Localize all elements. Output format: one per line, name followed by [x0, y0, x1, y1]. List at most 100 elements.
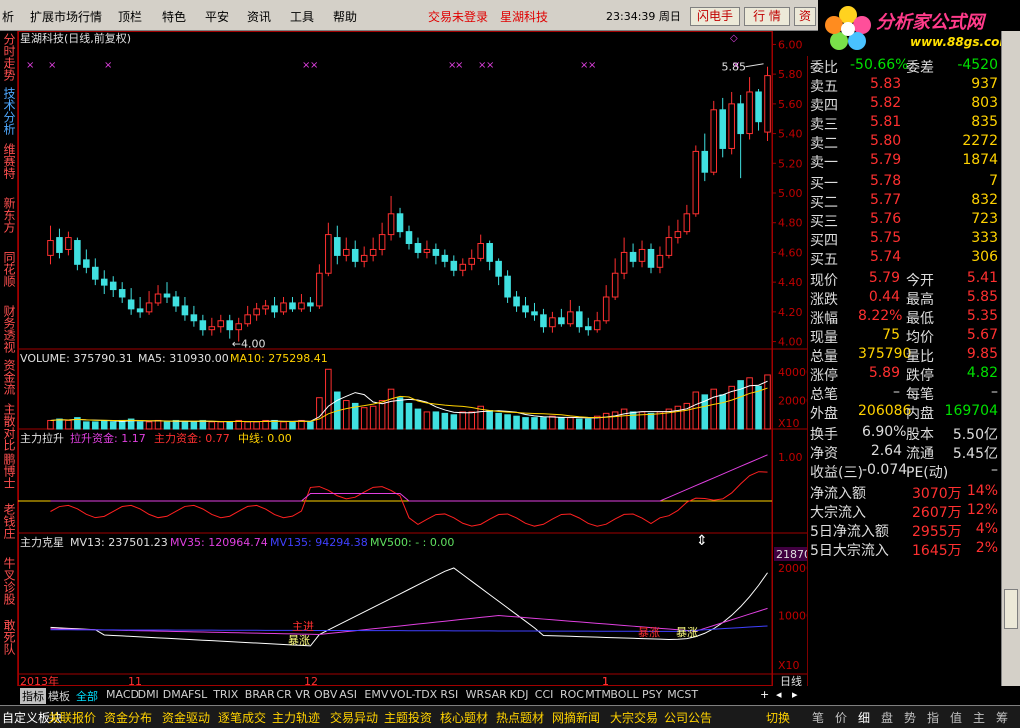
candle-body — [360, 254, 368, 262]
left-tab-2[interactable]: 维赛特 — [2, 143, 16, 193]
volume-bar — [253, 421, 260, 430]
indicator-tab-2[interactable]: 全部 — [76, 688, 98, 704]
bottom-tab-4[interactable]: 逐笔成交 — [218, 709, 266, 726]
stock-chart[interactable]: 星湖科技(日线,前复权)× × × × × ×× × × × × ×◇ 6.005.805.605.4… — [18, 31, 807, 686]
indicator-tab-13[interactable]: EMV — [364, 688, 388, 701]
menu-item-pingan[interactable]: 平安 — [205, 8, 229, 25]
indicator-tab-6[interactable]: FSL — [188, 688, 207, 701]
left-tab-1[interactable]: 技术分析 — [2, 87, 16, 139]
indicator-tab-10[interactable]: VR — [295, 688, 310, 701]
indicator-tab-22[interactable]: BOLL — [610, 688, 638, 701]
candle-body — [432, 248, 440, 256]
side-tab-5[interactable]: 指 — [927, 709, 939, 726]
side-tab-1[interactable]: 价 — [835, 709, 847, 726]
menu-item-help[interactable]: 帮助 — [333, 8, 357, 25]
left-tab-6[interactable]: 资金流 — [2, 359, 16, 399]
indicator-tab-15[interactable]: RSI — [440, 688, 458, 701]
bottom-tab-3[interactable]: 资金驱动 — [162, 709, 210, 726]
bottom-tab-8[interactable]: 核心题材 — [440, 709, 488, 726]
left-tab-5[interactable]: 财务透视 — [2, 305, 16, 355]
signal-marker: × — [104, 60, 112, 71]
indicator-tab-5[interactable]: DMA — [163, 688, 189, 701]
left-tab-10[interactable]: 牛叉诊股 — [2, 557, 16, 613]
indicator-tab-24[interactable]: MCST — [667, 688, 698, 701]
ask-volume: 803 — [971, 95, 998, 111]
indicator-tab-20[interactable]: ROC — [560, 688, 584, 701]
indicator-tab-12[interactable]: ASI — [339, 688, 357, 701]
bid-row: 买四 5.75 333 — [808, 229, 1002, 249]
side-tab-8[interactable]: 筹 — [996, 709, 1008, 726]
signal-marker: ◇ — [730, 33, 738, 44]
indicator-tab-21[interactable]: MTM — [585, 688, 611, 701]
bottom-tab-2[interactable]: 资金分布 — [104, 709, 152, 726]
indicator-tab-11[interactable]: OBV — [314, 688, 337, 701]
menu-item-news[interactable]: 资讯 — [247, 8, 271, 25]
right-scrollbar[interactable] — [1001, 31, 1020, 686]
indicator-tab-18[interactable]: KDJ — [510, 688, 529, 701]
side-tab-6[interactable]: 值 — [950, 709, 962, 726]
side-tab-7[interactable]: 主 — [973, 709, 985, 726]
info-button[interactable]: 资 — [794, 7, 816, 26]
bottom-tab-12[interactable]: 公司公告 — [664, 709, 712, 726]
bottom-tab-5[interactable]: 主力轨迹 — [272, 709, 320, 726]
side-tab-4[interactable]: 势 — [904, 709, 916, 726]
quote-button[interactable]: 行 情 — [744, 7, 790, 26]
stat-label: 总量 — [810, 349, 838, 365]
indicator-tab-23[interactable]: PSY — [642, 688, 662, 701]
indicator-tab-3[interactable]: MACD — [106, 688, 139, 701]
bid-label: 买四 — [810, 233, 838, 249]
menu-item-topbar[interactable]: 顶栏 — [118, 8, 142, 25]
indicator-tab-7[interactable]: TRIX — [213, 688, 238, 701]
left-tab-4[interactable]: 同花顺 — [2, 251, 16, 301]
indicator-tab-8[interactable]: BRAR — [245, 688, 275, 701]
left-tab-9[interactable]: 老钱庄 — [2, 503, 16, 553]
stat-label: 均价 — [906, 330, 934, 346]
menu-item-ext-market[interactable]: 扩展市场行情 — [30, 8, 102, 25]
left-tab-11[interactable]: 敢死队 — [2, 619, 16, 679]
indicator-tab-17[interactable]: SAR — [484, 688, 506, 701]
candle-body — [710, 109, 718, 173]
indicator-tab-9[interactable]: CR — [276, 688, 291, 701]
volume-bar — [459, 411, 467, 430]
side-tab-2[interactable]: 细 — [858, 709, 870, 726]
candle-body — [728, 103, 735, 149]
volume-tick-label: 20000 — [778, 395, 807, 408]
flash-trade-button[interactable]: 闪电手 — [690, 7, 740, 26]
indicator-tab-16[interactable]: WR — [466, 688, 485, 701]
bottom-tab-1[interactable]: 关联报价 — [48, 709, 96, 726]
bid-label: 买五 — [810, 252, 838, 268]
bottom-tab-11[interactable]: 大宗交易 — [610, 709, 658, 726]
candle-body — [567, 311, 574, 325]
indicator-tab-1[interactable]: 模板 — [48, 688, 70, 704]
menu-item-special[interactable]: 特色 — [162, 8, 186, 25]
period-label[interactable]: 日线 — [780, 674, 802, 686]
stock-link[interactable]: 星湖科技 — [500, 8, 548, 25]
candle-body — [450, 260, 458, 271]
left-tab-8[interactable]: 鹏博士 — [2, 453, 16, 501]
left-tab-3[interactable]: 新东方 — [2, 197, 16, 247]
left-tab-0[interactable]: 分时走势 — [2, 33, 16, 85]
left-tab-7[interactable]: 主散对比 — [2, 403, 16, 451]
bottom-tab-6[interactable]: 交易异动 — [330, 709, 378, 726]
login-status[interactable]: 交易未登录 — [428, 8, 488, 25]
side-tab-3[interactable]: 盘 — [881, 709, 893, 726]
menu-item-analyze[interactable]: 析 — [2, 8, 14, 25]
scroll-right-button[interactable]: ▸ — [792, 688, 798, 701]
price-tick-label: 4.20 — [778, 306, 803, 319]
indicator-tab-14[interactable]: VOL-TDX — [390, 688, 438, 701]
zoom-in-button[interactable]: + — [760, 688, 769, 701]
indicator-tab-4[interactable]: DMI — [138, 688, 159, 701]
indicator-tab-0[interactable]: 指标 — [20, 688, 46, 704]
scrollbar-thumb[interactable] — [1004, 589, 1018, 629]
side-tab-0[interactable]: 笔 — [812, 709, 824, 726]
scroll-left-button[interactable]: ◂ — [776, 688, 782, 701]
bottom-tab-13[interactable]: 切换 — [766, 709, 790, 726]
bottom-tab-10[interactable]: 网摘新闻 — [552, 709, 600, 726]
indicator-tab-19[interactable]: CCI — [535, 688, 554, 701]
candle-body — [280, 302, 287, 313]
candle-body — [692, 150, 700, 215]
signal-label: 暴涨 — [638, 626, 660, 639]
bottom-tab-9[interactable]: 热点题材 — [496, 709, 544, 726]
bottom-tab-7[interactable]: 主题投资 — [384, 709, 432, 726]
menu-item-tools[interactable]: 工具 — [290, 8, 314, 25]
